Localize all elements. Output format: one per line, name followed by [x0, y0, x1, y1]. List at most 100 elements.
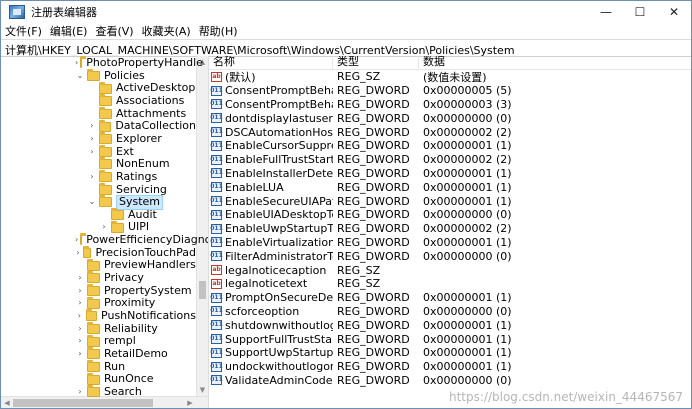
value-row[interactable]: 011ConsentPromptBehaviorAdmin REG_DWORD 0x… — [209, 84, 691, 98]
value-data: 0x00000001 (1) — [423, 346, 512, 360]
value-row[interactable]: 011EnableInstallerDetection REG_DWORD 0x00… — [209, 167, 691, 181]
close-button[interactable]: ✕ — [657, 1, 691, 23]
tree-item[interactable]: › PhotoPropertyHandle — [1, 56, 203, 70]
menu-view[interactable]: 查看(V) — [95, 23, 133, 39]
expand-chevron-icon[interactable]: › — [75, 285, 85, 298]
tree-item[interactable]: Run — [1, 359, 196, 374]
maximize-button[interactable]: ☐ — [623, 1, 657, 23]
value-row[interactable]: 011 scforceoption REG_DWORD 0x00000000 (0) — [209, 305, 691, 319]
value-row[interactable]: 011shutdownwithoutlogon REG_DWORD 0x000000… — [209, 318, 691, 332]
expand-chevron-icon[interactable]: › — [87, 171, 97, 184]
expand-chevron-icon[interactable]: › — [75, 297, 85, 310]
tree-scroll-thumb[interactable] — [199, 281, 206, 299]
tree-item-label: NonEnum — [116, 157, 170, 171]
expand-chevron-icon[interactable]: › — [75, 310, 84, 323]
expand-chevron-icon[interactable]: › — [87, 120, 97, 133]
address-bar[interactable]: 计算机\HKEY_LOCAL_MACHINE\SOFTWARE\Microsof… — [1, 39, 691, 57]
column-data-header[interactable]: 数据 — [419, 56, 691, 69]
tree-item[interactable]: › Search — [1, 385, 196, 399]
values-list-pane[interactable]: 名称 类型 数据 ab (默认) REG_SZ (数值未设置) 011 ConsentPr… — [209, 56, 691, 408]
tree-item[interactable]: › rempl — [1, 334, 196, 348]
value-type: REG_DWORD — [337, 84, 410, 98]
value-name-text: EnableUwpStartupTasks — [225, 222, 333, 236]
tree-item[interactable]: RunOnce — [1, 372, 196, 386]
scroll-left-arrow-icon[interactable]: ◀ — [1, 397, 13, 408]
value-row[interactable]: 011 undockwithoutlogon REG_DWORD 0x00000001… — [209, 360, 691, 374]
tree-item[interactable]: Servicing — [1, 182, 196, 197]
expand-chevron-icon[interactable]: › — [75, 57, 78, 70]
tree-item[interactable]: › Reliability — [1, 321, 196, 336]
tree-item-label: Ratings — [116, 169, 158, 183]
expand-chevron-icon[interactable]: ⌄ — [75, 70, 85, 83]
key-tree-pane[interactable]: ▲ ▼ ◀ ▶ › PhotoPropertyHandle ⌄ Policies Act… — [1, 56, 209, 408]
menu-favorites[interactable]: 收藏夹(A) — [142, 23, 191, 39]
folder-icon — [82, 246, 92, 259]
value-type: REG_DWORD — [337, 111, 410, 125]
column-type-header[interactable]: 类型 — [333, 56, 419, 69]
value-type: REG_DWORD — [337, 139, 410, 153]
tree-item[interactable]: › Explorer — [1, 132, 196, 146]
expand-chevron-icon[interactable]: › — [87, 133, 97, 146]
tree-item[interactable]: › RetailDemo — [1, 347, 196, 361]
expand-chevron-icon[interactable]: ⌄ — [87, 196, 97, 209]
menu-edit[interactable]: 编辑(E) — [50, 23, 88, 39]
value-row[interactable]: ab (默认) REG_SZ (数值未设置) — [209, 70, 691, 84]
tree-item[interactable]: Audit — [1, 208, 196, 222]
value-row[interactable]: 011EnableUwpStartupTasks REG_DWORD 0x00000… — [209, 222, 691, 236]
value-name: 011SupportFullTrustStartupTasks — [209, 333, 333, 346]
value-name: 011ValidateAdminCodeSignatures — [209, 374, 333, 387]
value-type: REG_DWORD — [337, 153, 410, 167]
menu-file[interactable]: 文件(F) — [5, 23, 42, 39]
expand-chevron-icon[interactable]: › — [75, 234, 78, 247]
folder-icon — [99, 132, 112, 145]
expand-chevron-icon[interactable]: › — [75, 386, 85, 399]
menu-help[interactable]: 帮助(H) — [199, 23, 238, 39]
column-name-header[interactable]: 名称 — [209, 56, 333, 69]
window-title: 注册表编辑器 — [31, 6, 97, 19]
tree-item[interactable]: ActiveDesktop — [1, 81, 196, 95]
value-row[interactable]: 011ValidateAdminCodeSignatures REG_DWORD 0… — [209, 374, 691, 388]
tree-item[interactable]: › DataCollection — [1, 119, 196, 133]
expand-chevron-icon[interactable]: › — [75, 335, 85, 348]
value-row[interactable]: 011SupportUwpStartupTasks REG_DWORD 0x0000… — [209, 346, 691, 360]
tree-item[interactable]: › PowerEfficiencyDiagnc — [1, 233, 208, 247]
expand-chevron-icon[interactable]: › — [75, 348, 85, 361]
value-row[interactable]: 011EnableUIADesktopToggle REG_DWORD 0x0000… — [209, 208, 691, 222]
value-row[interactable]: 011 EnableVirtualization REG_DWORD 0x000000… — [209, 236, 691, 250]
scroll-right-arrow-icon[interactable]: ▶ — [184, 397, 196, 408]
value-row[interactable]: ab legalnoticetext REG_SZ — [209, 277, 691, 291]
value-name: 011DSCAutomationHostEnabled — [209, 126, 333, 139]
tree-vertical-scrollbar[interactable]: ▲ ▼ — [196, 56, 208, 396]
scroll-down-arrow-icon[interactable]: ▼ — [197, 384, 208, 396]
value-row[interactable]: 011EnableSecureUIAPaths REG_DWORD 0x000000… — [209, 194, 691, 208]
tree-item[interactable]: › Ratings — [1, 169, 196, 184]
minimize-button[interactable]: — — [589, 1, 623, 23]
expand-chevron-icon[interactable]: › — [75, 247, 81, 260]
value-type: REG_DWORD — [337, 332, 410, 346]
value-row[interactable]: 011EnableFullTrustStartupTasks REG_DWORD 0… — [209, 153, 691, 167]
value-row[interactable]: 011SupportFullTrustStartupTasks REG_DWORD… — [209, 332, 691, 346]
tree-item[interactable]: › PushNotifications — [1, 309, 196, 323]
expand-chevron-icon[interactable]: › — [75, 272, 85, 285]
tree-hscroll-thumb[interactable] — [13, 399, 153, 407]
value-row[interactable]: ab legalnoticecaption REG_SZ — [209, 263, 691, 277]
tree-item[interactable]: › PropertySystem — [1, 283, 196, 298]
tree-item[interactable]: Associations — [1, 94, 196, 108]
value-row[interactable]: 011 EnableLUA REG_DWORD 0x00000001 (1) — [209, 180, 691, 194]
registry-editor-window: 注册表编辑器 — ☐ ✕ 文件(F) 编辑(E) 查看(V) 收藏夹(A) 帮助… — [0, 0, 692, 409]
tree-item[interactable]: ⌄ System — [1, 195, 196, 210]
value-row[interactable]: 011dontdisplaylastusername REG_DWORD 0x000… — [209, 111, 691, 125]
value-row[interactable]: 011EnableCursorSuppression REG_DWORD 0x000… — [209, 139, 691, 153]
tree-item[interactable]: NonEnum — [1, 157, 196, 171]
string-value-icon: ab — [211, 71, 222, 82]
title-bar[interactable]: 注册表编辑器 — ☐ ✕ — [1, 1, 691, 23]
tree-item[interactable]: PreviewHandlers — [1, 258, 196, 272]
value-name-text: (默认) — [225, 70, 256, 84]
tree-item[interactable]: › Privacy — [1, 271, 196, 285]
value-row[interactable]: 011PromptOnSecureDesktop REG_DWORD 0x00000… — [209, 291, 691, 305]
value-row[interactable]: 011FilterAdministratorToken REG_DWORD 0x00… — [209, 249, 691, 263]
value-row[interactable]: 011ConsentPromptBehaviorUser REG_DWORD 0x0… — [209, 98, 691, 112]
expand-chevron-icon[interactable]: › — [87, 146, 97, 159]
expand-chevron-icon[interactable]: › — [75, 323, 85, 336]
value-row[interactable]: 011DSCAutomationHostEnabled REG_DWORD 0x00… — [209, 125, 691, 139]
